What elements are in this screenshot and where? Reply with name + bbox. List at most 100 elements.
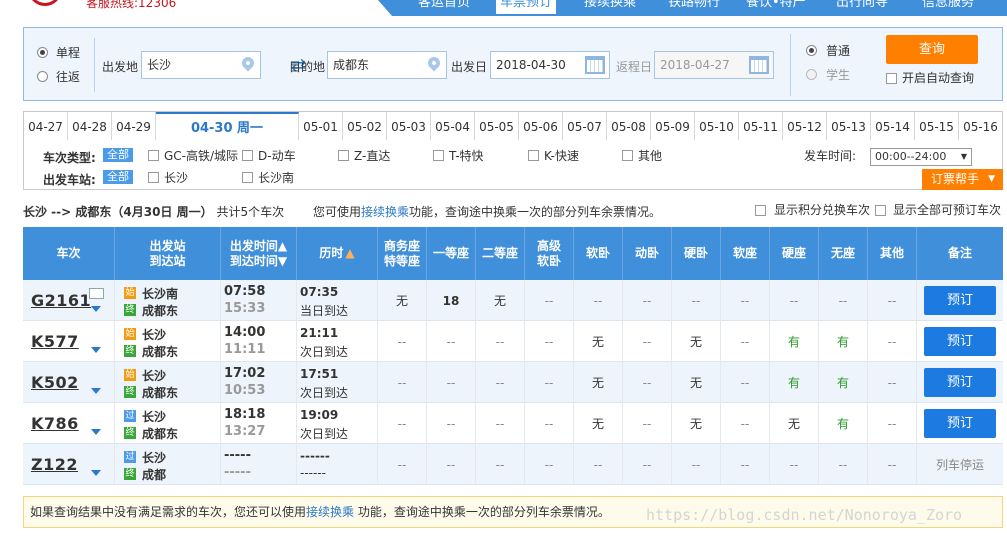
type-checkbox[interactable]: [148, 150, 159, 161]
train-cell: K502: [23, 362, 115, 403]
date-tab[interactable]: 05-12: [783, 112, 827, 140]
date-tab[interactable]: 05-06: [519, 112, 563, 140]
transfer-link[interactable]: 接续换乘: [361, 205, 409, 219]
expand-stops-icon[interactable]: [91, 429, 101, 435]
seat-availability: 无: [672, 403, 721, 444]
all-bookable-checkbox[interactable]: [875, 205, 886, 216]
date-tab[interactable]: 05-09: [651, 112, 695, 140]
from-input[interactable]: 长沙: [141, 51, 261, 79]
from-station: 长沙: [142, 451, 167, 465]
station-checkbox[interactable]: [242, 172, 253, 183]
type-checkbox[interactable]: [622, 150, 633, 161]
book-button[interactable]: 预订: [924, 286, 996, 315]
depart-date-input[interactable]: 2018-04-30: [490, 51, 610, 79]
points-checkbox[interactable]: [755, 205, 766, 216]
roundtrip-radio[interactable]: [37, 71, 48, 82]
type-checkbox[interactable]: [338, 150, 349, 161]
seat-availability: 无: [672, 362, 721, 403]
date-tab[interactable]: 05-11: [739, 112, 783, 140]
seat-availability: --: [623, 362, 672, 403]
train-cell: G2161: [23, 280, 115, 321]
date-tab[interactable]: 04-29: [112, 112, 156, 140]
to-station: 成都东: [142, 427, 179, 441]
col-seat-deluxe-sleeper: 高级 软卧: [525, 227, 574, 280]
date-tab-selected[interactable]: 04-30 周一: [156, 112, 299, 141]
col-time[interactable]: 出发时间▲ 到达时间▼: [221, 227, 297, 280]
tip-pre: 您可使用: [313, 205, 362, 219]
date-tab[interactable]: 05-08: [607, 112, 651, 140]
col-to-station: 到达站: [149, 253, 186, 268]
train-number[interactable]: G2161: [31, 291, 91, 310]
depart-time-select[interactable]: 00:00--24:00: [870, 148, 972, 166]
to-input[interactable]: 成都东: [327, 51, 447, 79]
nav-item-guide[interactable]: 出行向导: [836, 0, 888, 10]
date-tab[interactable]: 05-01: [299, 112, 343, 140]
date-tab[interactable]: 05-10: [695, 112, 739, 140]
col-train[interactable]: 车次: [23, 227, 115, 280]
seat-availability: --: [868, 362, 917, 403]
duration-cell: 17:51 次日到达: [297, 362, 378, 403]
train-type-all[interactable]: 全部: [103, 148, 133, 162]
type-checkbox[interactable]: [242, 150, 253, 161]
passenger-student-radio[interactable]: [806, 69, 817, 80]
nav-item-tickets[interactable]: 车票预订: [496, 0, 557, 14]
type-checkbox[interactable]: [433, 150, 444, 161]
expand-stops-icon[interactable]: [91, 388, 101, 394]
date-tab[interactable]: 04-27: [24, 112, 68, 140]
train-number[interactable]: K786: [31, 414, 79, 433]
type-label: D-动车: [258, 149, 296, 163]
arrive-time: 13:27: [224, 424, 266, 439]
book-button[interactable]: 预订: [924, 327, 996, 356]
seat-availability: --: [819, 280, 868, 321]
passenger-normal-radio[interactable]: [806, 45, 817, 56]
date-tab[interactable]: 04-28: [68, 112, 112, 140]
expand-stops-icon[interactable]: [91, 306, 101, 312]
nav-item-home[interactable]: 客运首页: [418, 0, 470, 10]
booking-helper-button[interactable]: 订票帮手 ▼: [922, 169, 1003, 190]
seat-availability: 无: [574, 362, 623, 403]
nav-item-transfer[interactable]: 接续换乘: [584, 0, 636, 10]
query-button[interactable]: 查询: [886, 35, 978, 64]
date-tab[interactable]: 05-05: [475, 112, 519, 140]
seat-availability: 无: [574, 403, 623, 444]
seat-availability: 有: [819, 403, 868, 444]
return-date-input[interactable]: 2018-04-27: [654, 51, 774, 79]
calendar-icon[interactable]: [749, 56, 769, 74]
col-duration[interactable]: 历时 ▲: [297, 227, 378, 280]
oneway-radio[interactable]: [37, 47, 48, 58]
type-checkbox[interactable]: [528, 150, 539, 161]
date-tab[interactable]: 05-15: [915, 112, 959, 140]
train-number[interactable]: K577: [31, 332, 79, 351]
station-option: 长沙: [164, 171, 189, 185]
calendar-icon[interactable]: [585, 56, 605, 74]
nav-item-food[interactable]: 餐饮•特产: [746, 0, 806, 10]
points-label: 显示积分兑换车次: [774, 203, 871, 217]
oneway-label: 单程: [56, 46, 81, 60]
book-button[interactable]: 预订: [924, 409, 996, 438]
expand-stops-icon[interactable]: [91, 347, 101, 353]
arrival-day: 次日到达: [300, 427, 349, 441]
date-tab[interactable]: 05-13: [827, 112, 871, 140]
auto-query-checkbox[interactable]: [886, 73, 897, 84]
date-tab[interactable]: 05-14: [871, 112, 915, 140]
roundtrip-label: 往返: [56, 70, 81, 84]
date-tab[interactable]: 05-04: [431, 112, 475, 140]
divider: [94, 38, 95, 92]
duration: ------: [300, 449, 330, 463]
to-value: 成都东: [333, 58, 370, 72]
book-button[interactable]: 预订: [924, 368, 996, 397]
expand-stops-icon[interactable]: [91, 470, 101, 476]
nav-item-travel[interactable]: 铁路畅行: [668, 0, 720, 10]
from-value: 长沙: [147, 58, 172, 72]
divider: [790, 34, 791, 96]
nav-item-info[interactable]: 信息服务: [922, 0, 974, 10]
date-tab[interactable]: 05-02: [343, 112, 387, 140]
notice-transfer-link[interactable]: 接续换乘: [306, 505, 354, 519]
date-tab[interactable]: 05-16: [959, 112, 1002, 140]
date-tab[interactable]: 05-03: [387, 112, 431, 140]
train-number[interactable]: Z122: [31, 455, 78, 474]
train-number[interactable]: K502: [31, 373, 79, 392]
date-tab[interactable]: 05-07: [563, 112, 607, 140]
station-all[interactable]: 全部: [103, 170, 133, 184]
station-checkbox[interactable]: [148, 172, 159, 183]
